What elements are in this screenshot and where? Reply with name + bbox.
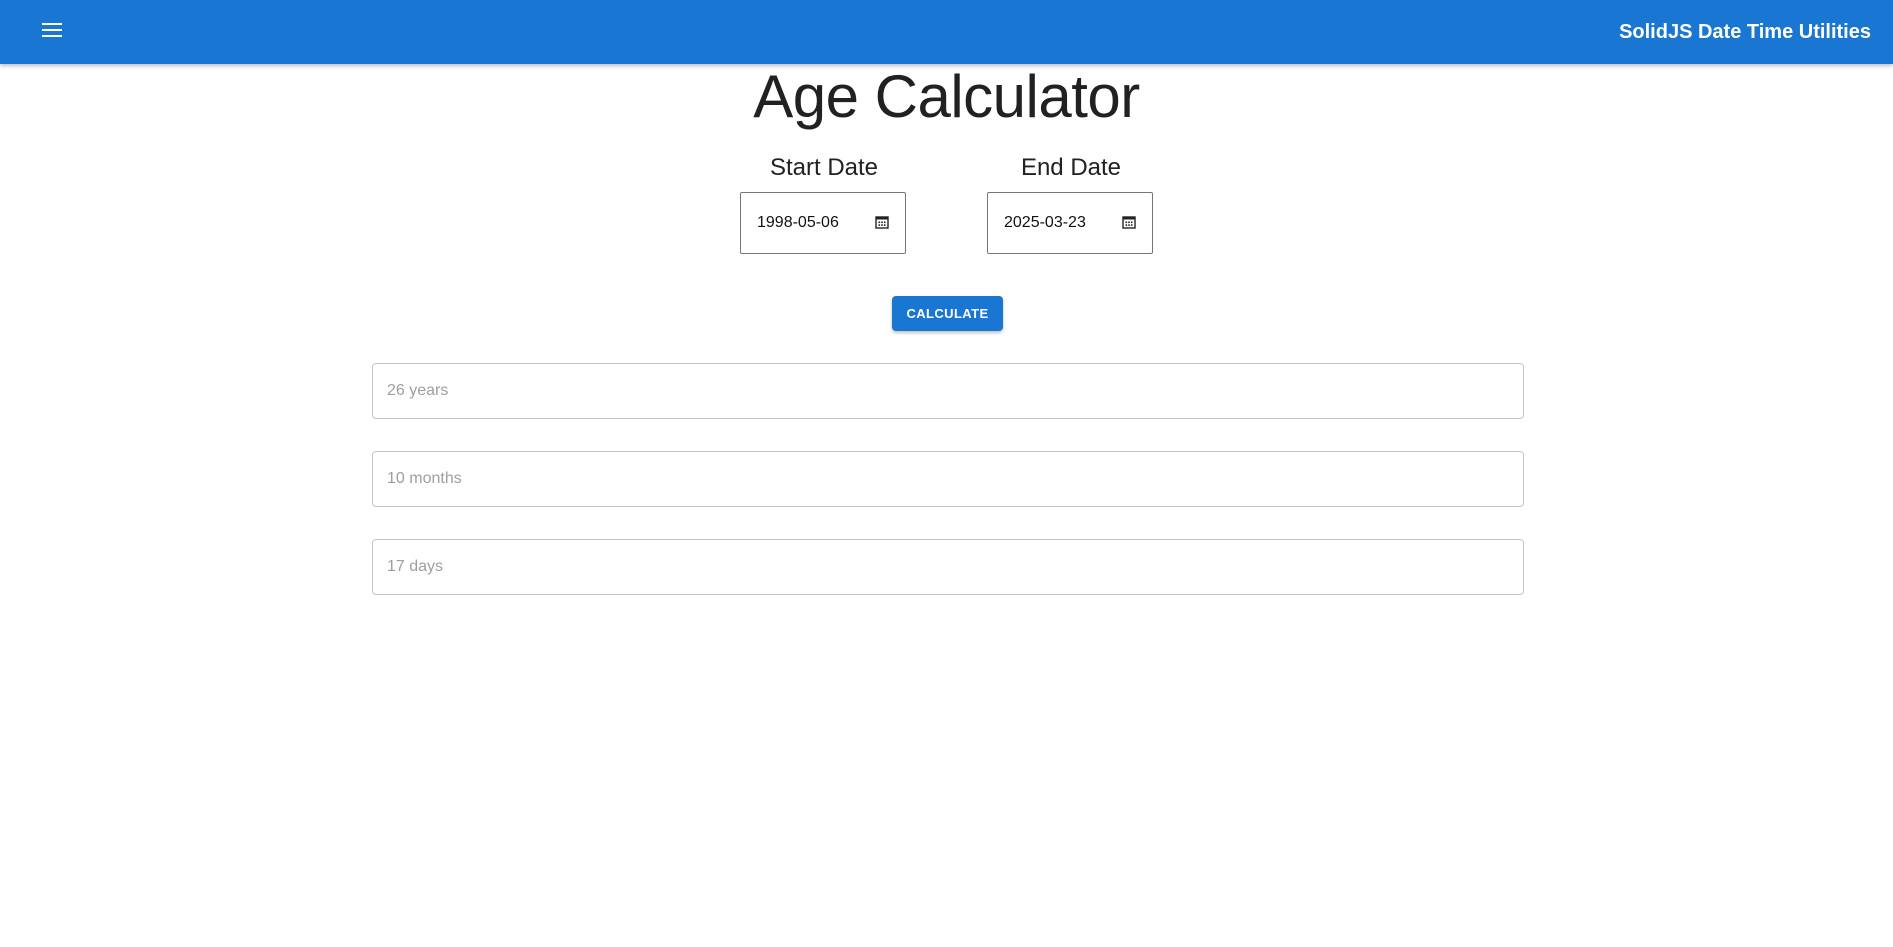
calculate-button[interactable]: CALCULATE (892, 296, 1003, 331)
years-result-value: 26 years (387, 382, 449, 399)
months-result-value: 10 months (387, 470, 462, 487)
start-date-label: Start Date (769, 154, 879, 181)
end-date-group: End Date 2025-03-23 (987, 150, 1155, 254)
days-result-value: 17 days (387, 558, 444, 575)
page-title: Age Calculator (753, 63, 1140, 130)
menu-button[interactable] (34, 14, 70, 50)
months-result-field[interactable]: 10 months (372, 451, 1524, 507)
end-date-label: End Date (1020, 154, 1122, 181)
end-date-input[interactable]: 2025-03-23 (987, 192, 1153, 254)
start-date-value: 1998-05-06 (757, 214, 839, 231)
start-date-input[interactable]: 1998-05-06 (740, 192, 906, 254)
days-result-field[interactable]: 17 days (372, 539, 1524, 595)
calendar-icon[interactable] (875, 215, 889, 229)
menu-icon (42, 22, 62, 42)
start-date-group: Start Date 1998-05-06 (740, 150, 908, 254)
years-result-field[interactable]: 26 years (372, 363, 1524, 419)
app-bar: SolidJS Date Time Utilities (0, 0, 1893, 64)
calendar-icon[interactable] (1122, 215, 1136, 229)
app-title: SolidJS Date Time Utilities (1619, 21, 1871, 43)
end-date-value: 2025-03-23 (1004, 214, 1086, 231)
